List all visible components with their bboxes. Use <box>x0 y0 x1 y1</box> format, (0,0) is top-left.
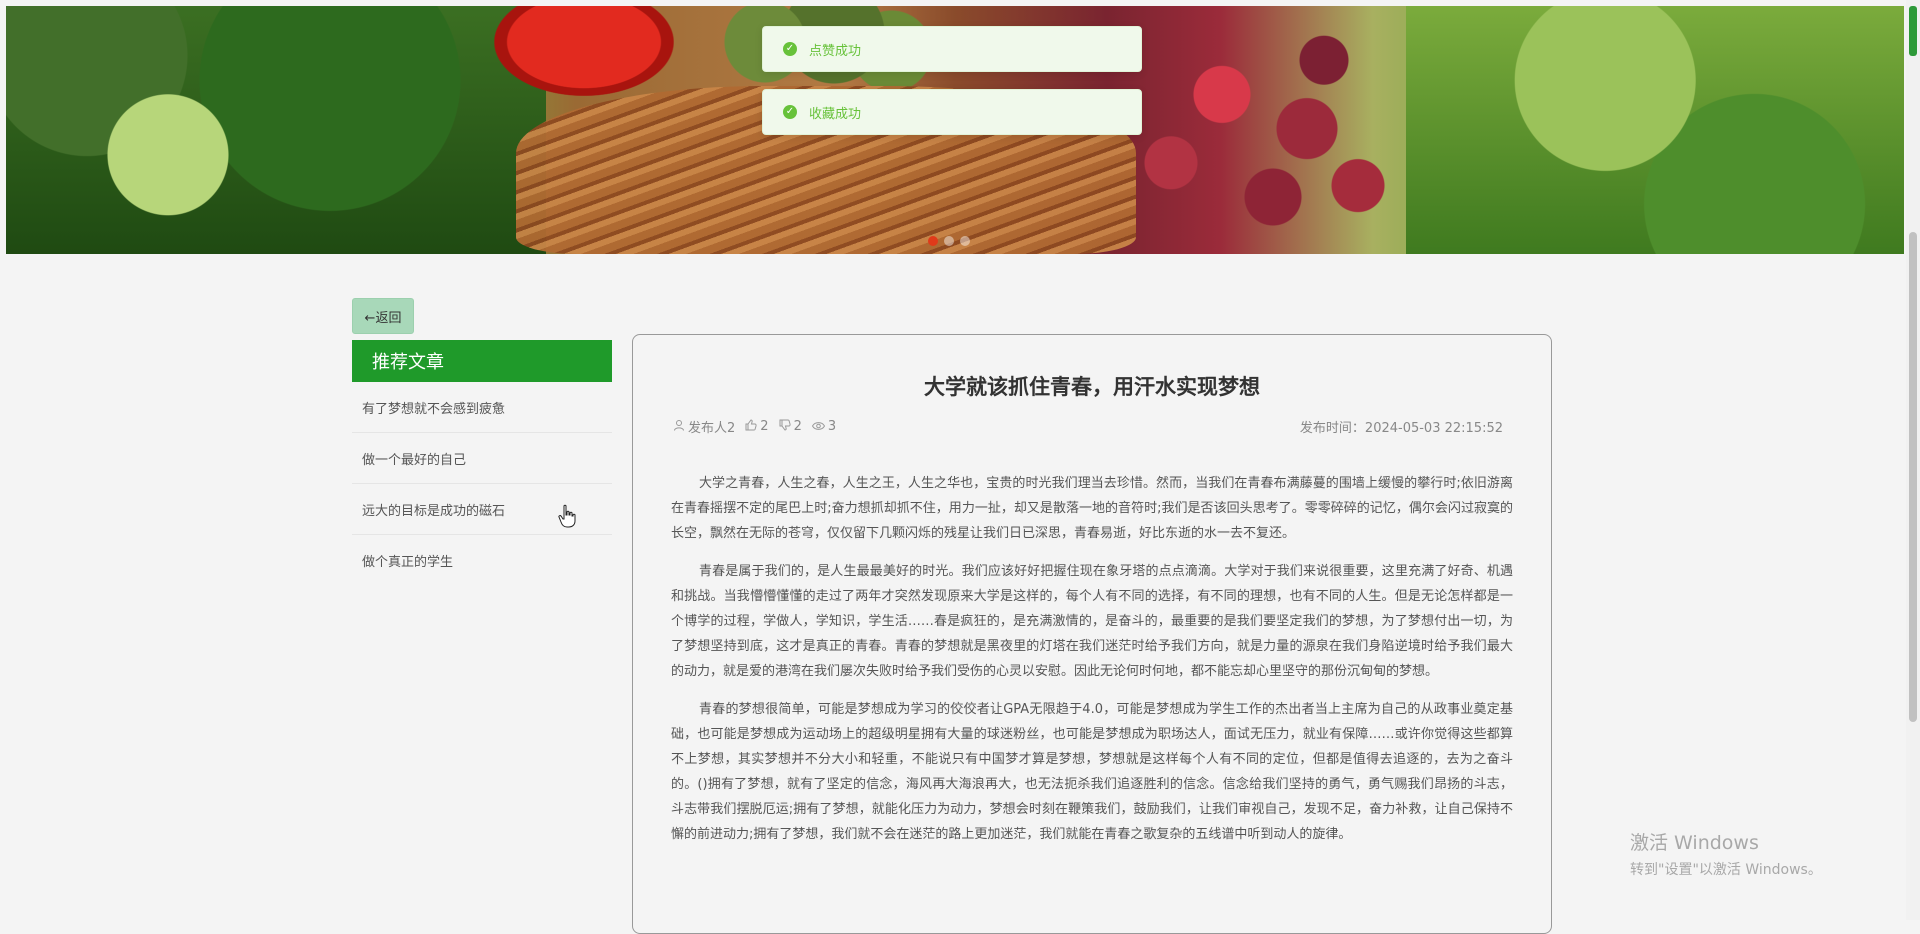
sidebar-heading: 推荐文章 <box>352 340 612 382</box>
carousel-dot-1[interactable] <box>928 236 938 246</box>
check-circle-icon: ✓ <box>783 105 797 119</box>
carousel-dot-3[interactable] <box>960 236 970 246</box>
article-title: 大学就该抓住青春，用汗水实现梦想 <box>924 375 1260 399</box>
article-paragraph: 大学之青春，人生之春，人生之王，人生之华也，宝贵的时光我们理当去珍惜。然而，当我… <box>671 476 1513 541</box>
view-count: 3 <box>827 419 837 434</box>
dislike-button[interactable]: 2 <box>779 419 802 434</box>
sidebar-item-article-2[interactable]: 做一个最好的自己 <box>352 433 612 484</box>
recommended-articles-sidebar: 推荐文章 有了梦想就不会感到疲惫 做一个最好的自己 远大的目标是成功的磁石 做个… <box>352 340 612 586</box>
banner-pepper <box>494 6 674 96</box>
carousel-dot-2[interactable] <box>944 236 954 246</box>
dislike-count: 2 <box>793 419 802 434</box>
banner-greens-right <box>1406 6 1904 254</box>
thumbs-up-icon <box>745 419 757 434</box>
watermark-line-1: 激活 Windows <box>1630 832 1759 854</box>
article-body: 大学之青春，人生之春，人生之王，人生之华也，宝贵的时光我们理当去珍惜。然而，当我… <box>671 471 1513 860</box>
views: 3 <box>811 419 837 434</box>
hand-cursor-icon <box>558 504 576 528</box>
scrollbar-thumb[interactable] <box>1909 232 1917 722</box>
sidebar-item-article-4[interactable]: 做个真正的学生 <box>352 535 612 586</box>
article-meta: 发布人2 2 2 3 发布时间：2024-05-03 22:15:52 <box>673 417 1513 436</box>
article-card: 大学就该抓住青春，用汗水实现梦想 发布人2 2 2 3 发布时间：2024-05… <box>632 334 1552 934</box>
toast-like-success: ✓ 点赞成功 <box>762 26 1142 72</box>
windows-activation-watermark: 激活 Windows 转到"设置"以激活 Windows。 <box>1630 828 1822 879</box>
publish-time: 发布时间：2024-05-03 22:15:52 <box>1299 421 1503 436</box>
page-scrollbar[interactable] <box>1906 0 1920 920</box>
sidebar-item-article-1[interactable]: 有了梦想就不会感到疲惫 <box>352 382 612 433</box>
scrollbar-top-marker <box>1909 6 1917 56</box>
banner-greens-left <box>6 6 546 254</box>
toast-favorite-success: ✓ 收藏成功 <box>762 89 1142 135</box>
toast-message: 收藏成功 <box>809 106 862 122</box>
like-count: 2 <box>760 419 769 434</box>
article-paragraph: 青春是属于我们的，是人生最最美好的时光。我们应该好好把握住现在象牙塔的点点滴滴。… <box>671 564 1513 679</box>
like-button[interactable]: 2 <box>745 419 769 434</box>
carousel-indicators[interactable] <box>928 236 970 246</box>
check-circle-icon: ✓ <box>783 42 797 56</box>
back-button[interactable]: ←返回 <box>352 298 414 334</box>
article-paragraph: 青春的梦想很简单，可能是梦想成为学习的佼佼者让GPA无限趋于4.0，可能是梦想成… <box>671 702 1513 842</box>
watermark-line-2: 转到"设置"以激活 Windows。 <box>1630 862 1822 878</box>
thumbs-down-icon <box>779 419 791 434</box>
eye-icon <box>811 420 825 434</box>
user-icon <box>673 419 685 434</box>
author: 发布人2 <box>673 417 735 436</box>
toast-message: 点赞成功 <box>809 43 862 59</box>
author-name: 发布人2 <box>688 421 736 436</box>
